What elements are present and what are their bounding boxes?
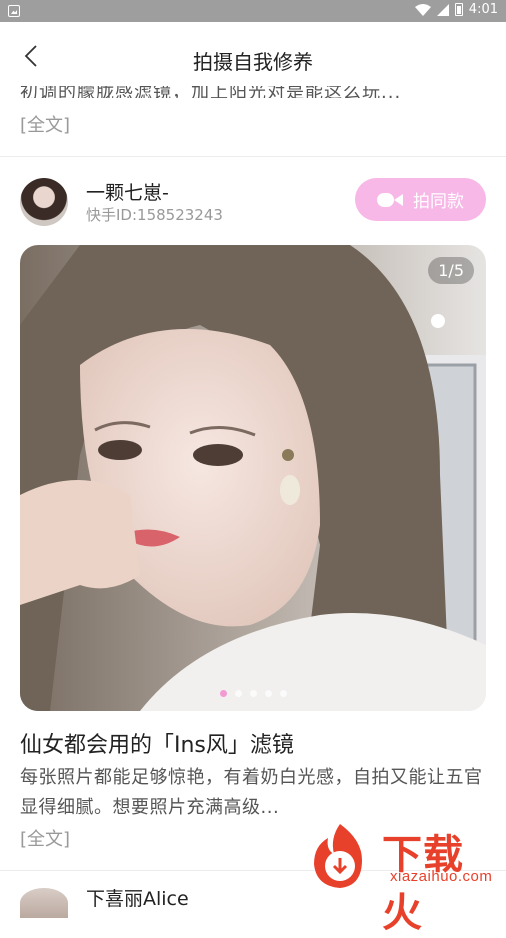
previous-post-description: 初调的朦胧感滤镜，加上阳光对是能这么玩... xyxy=(20,86,486,98)
watermark-logo: 下载火 xiazaihuo.com xyxy=(300,820,502,892)
gallery-icon xyxy=(8,5,20,17)
post-image[interactable]: 1/5 xyxy=(20,245,486,711)
wifi-icon xyxy=(415,4,431,16)
next-author-name[interactable]: 下喜丽Alice xyxy=(86,884,189,911)
video-camera-icon xyxy=(377,192,403,208)
page-title: 拍摄自我修养 xyxy=(0,46,506,75)
watermark-url: xiazaihuo.com xyxy=(390,868,492,885)
carousel-dot[interactable] xyxy=(220,690,227,697)
carousel-dot[interactable] xyxy=(280,690,287,697)
author-id: 快手ID:158523243 xyxy=(86,204,223,225)
post-description: 每张照片都能足够惊艳，有着奶白光感，自拍又能让五官显得细腻。想要照片充满高级..… xyxy=(20,763,490,823)
previous-full-text-link[interactable]: [全文] xyxy=(20,111,70,137)
status-icons: 4:01 xyxy=(415,2,498,17)
post-title: 仙女都会用的「Ins风」滤镜 xyxy=(20,727,294,759)
status-time: 4:01 xyxy=(469,2,498,17)
carousel-dots xyxy=(20,690,486,697)
full-text-link[interactable]: [全文] xyxy=(20,825,70,851)
carousel-dot[interactable] xyxy=(235,690,242,697)
author-name[interactable]: 一颗七崽- xyxy=(86,178,169,205)
status-bar: 4:01 xyxy=(0,0,506,22)
header: 拍摄自我修养 xyxy=(0,22,506,94)
carousel-dot[interactable] xyxy=(265,690,272,697)
shoot-same-label: 拍同款 xyxy=(413,187,464,212)
battery-icon xyxy=(455,3,463,16)
shoot-same-button[interactable]: 拍同款 xyxy=(355,178,486,221)
avatar[interactable] xyxy=(20,888,68,918)
flame-logo-icon xyxy=(300,820,382,892)
avatar[interactable] xyxy=(20,178,68,226)
divider xyxy=(0,156,506,157)
signal-icon xyxy=(437,4,449,16)
image-counter: 1/5 xyxy=(428,257,474,284)
carousel-dot[interactable] xyxy=(250,690,257,697)
portrait-photo xyxy=(20,245,486,711)
